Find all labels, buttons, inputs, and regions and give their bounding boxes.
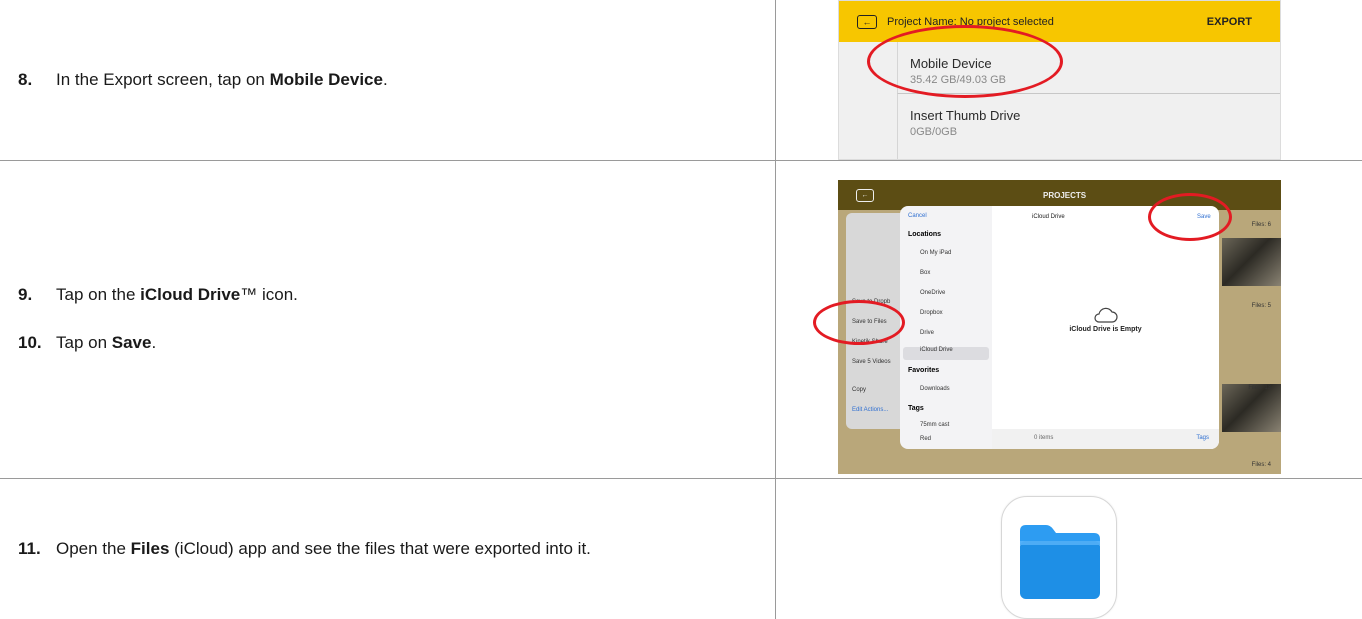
file-browser-panel: iCloud Drive Save iCloud Drive is Empty … <box>992 206 1219 449</box>
favorite-item[interactable]: Downloads <box>920 386 950 392</box>
export-header-bar: ← Project Name: No project selected EXPO… <box>839 1 1280 42</box>
browser-footer: 0 items Tags <box>992 429 1219 449</box>
back-arrow-icon[interactable]: ← <box>856 188 874 202</box>
location-item[interactable]: Dropbox <box>920 310 943 316</box>
share-action[interactable]: Save to Files <box>852 319 887 325</box>
share-action[interactable]: Kinetik Share <box>852 339 888 345</box>
location-item[interactable]: OneDrive <box>920 290 945 296</box>
tags-heading: Tags <box>908 405 924 412</box>
step-cell-9-10: 9. Tap on the iCloud Drive™ icon. 10. Ta… <box>0 159 776 479</box>
locations-sidebar: Cancel Locations On My iPad Box OneDrive… <box>900 206 992 449</box>
share-action[interactable]: Save 5 Videos <box>852 359 891 365</box>
save-button[interactable]: Save <box>1197 214 1211 220</box>
step-keyword: Save <box>111 333 152 352</box>
step-cell-8: 8. In the Export screen, tap on Mobile D… <box>0 0 776 161</box>
files-count: Files: 13 <box>1248 385 1271 391</box>
cancel-button[interactable]: Cancel <box>908 213 927 219</box>
step-number: 10. <box>18 333 42 352</box>
empty-message: iCloud Drive is Empty <box>1069 326 1142 333</box>
location-item[interactable]: Drive <box>920 330 934 336</box>
browser-header: iCloud Drive Save <box>992 206 1219 230</box>
step-keyword: iCloud Drive <box>140 285 241 304</box>
device-name: Insert Thumb Drive <box>910 108 1021 123</box>
tag-item[interactable]: 75mm cast <box>920 422 949 428</box>
share-action[interactable]: Edit Actions... <box>852 407 888 413</box>
export-screen-screenshot: ← Project Name: No project selected EXPO… <box>838 0 1281 160</box>
step-keyword: Files <box>130 538 170 558</box>
cloud-icon <box>1094 307 1118 323</box>
files-app-icon[interactable] <box>1001 496 1117 619</box>
step-number: 11. <box>18 538 41 558</box>
projects-title: PROJECTS <box>1043 191 1087 200</box>
step-number: 8. <box>18 69 33 89</box>
share-action[interactable]: Save to Dropb <box>852 299 890 305</box>
favorites-heading: Favorites <box>908 367 940 374</box>
project-name: Project Name: No project selected <box>887 15 1054 28</box>
device-storage: 0GB/0GB <box>910 126 958 138</box>
step-11: 11. Open the Files (iCloud) app and see … <box>18 537 718 561</box>
device-item-thumb-drive[interactable]: Insert Thumb Drive 0GB/0GB <box>897 94 1280 159</box>
back-arrow-icon[interactable]: ← <box>857 14 877 29</box>
export-title: EXPORT <box>1206 15 1252 28</box>
step-number: 9. <box>18 285 33 304</box>
location-item[interactable]: On My iPad <box>920 250 951 256</box>
share-action[interactable]: Copy <box>852 387 866 393</box>
files-count: Files: 5 <box>1251 303 1271 309</box>
step-keyword: Mobile Device <box>269 69 383 89</box>
item-count: 0 items <box>1034 435 1054 441</box>
share-sheet: Save to Dropb Save to Files Kinetik Shar… <box>846 213 908 429</box>
location-item[interactable]: Box <box>920 270 930 276</box>
tags-button[interactable]: Tags <box>1196 435 1209 441</box>
device-storage: 35.42 GB/49.03 GB <box>910 74 1007 86</box>
step-8: 8. In the Export screen, tap on Mobile D… <box>18 68 775 92</box>
files-folder-icon <box>1020 525 1100 599</box>
device-name: Mobile Device <box>910 56 992 71</box>
video-thumbnail <box>1222 238 1281 286</box>
location-item-icloud[interactable]: iCloud Drive <box>903 347 989 360</box>
step-10: 10. Tap on Save. <box>18 331 775 355</box>
tag-item[interactable]: Red <box>920 436 931 442</box>
device-item-mobile[interactable]: Mobile Device 35.42 GB/49.03 GB <box>897 42 1280 94</box>
video-thumbnail <box>1222 384 1281 432</box>
step-cell-11: 11. Open the Files (iCloud) app and see … <box>0 477 776 619</box>
files-count: Files: 6 <box>1251 222 1271 228</box>
location-path: iCloud Drive <box>1032 214 1065 220</box>
files-count: Files: 4 <box>1251 462 1271 468</box>
save-dialog-screenshot: ← PROJECTS Save to Dropb Save to Files K… <box>838 180 1281 474</box>
locations-heading: Locations <box>908 231 942 238</box>
step-9: 9. Tap on the iCloud Drive™ icon. <box>18 283 775 307</box>
